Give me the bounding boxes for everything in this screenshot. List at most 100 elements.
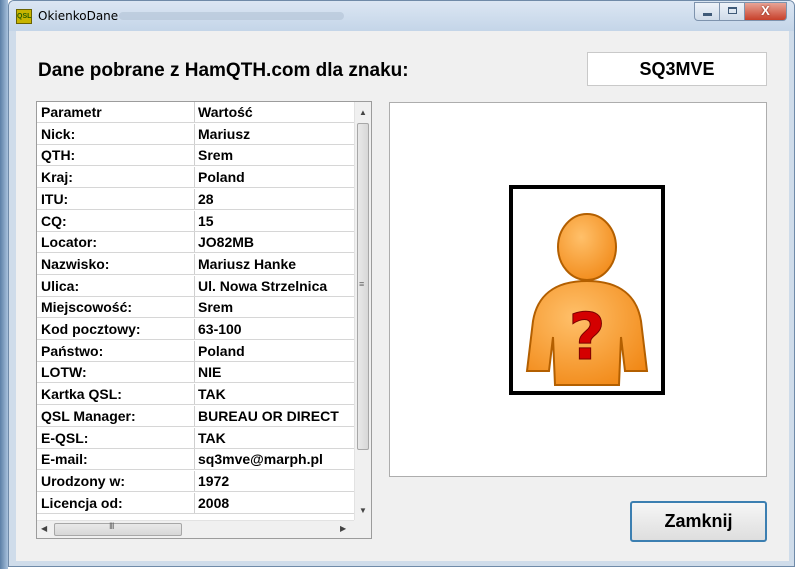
minimize-icon xyxy=(703,13,712,16)
scroll-right-icon[interactable]: ▶ xyxy=(340,524,346,533)
unknown-person-icon: ? xyxy=(525,213,649,386)
row-parameter: QSL Manager: xyxy=(41,407,136,424)
column-header-value: Wartość xyxy=(198,104,253,120)
table-row[interactable]: E-QSL: TAK xyxy=(37,427,354,449)
table-row[interactable]: E-mail: sq3mve@marph.pl xyxy=(37,449,354,471)
row-value: Ul. Nowa Strzelnica xyxy=(198,277,328,294)
column-divider xyxy=(194,449,195,471)
grip-icon: III xyxy=(109,521,114,531)
row-value: Poland xyxy=(198,342,245,359)
column-divider xyxy=(194,210,195,232)
table-row[interactable]: CQ: 15 xyxy=(37,210,354,232)
vertical-scrollbar[interactable]: ▲ ≡ ▼ xyxy=(354,102,371,520)
column-divider xyxy=(194,470,195,492)
table-row[interactable]: Urodzony w: 1972 xyxy=(37,470,354,492)
scroll-up-icon[interactable]: ▲ xyxy=(359,108,367,117)
column-divider xyxy=(194,167,195,189)
row-parameter: Nazwisko: xyxy=(41,255,110,272)
app-icon: QSL xyxy=(16,9,32,24)
maximize-icon xyxy=(728,7,737,14)
table-row[interactable]: Nick: Mariusz xyxy=(37,123,354,145)
column-divider xyxy=(194,102,195,123)
row-parameter: Państwo: xyxy=(41,342,104,359)
row-parameter: Ulica: xyxy=(41,277,80,294)
dialog-window: QSL OkienkoDane X Dane pobrane z HamQTH.… xyxy=(8,0,795,567)
row-value: TAK xyxy=(198,429,226,446)
column-divider xyxy=(194,362,195,384)
row-value: Srem xyxy=(198,299,234,316)
column-divider xyxy=(194,297,195,319)
title-bar[interactable]: QSL OkienkoDane X xyxy=(9,1,794,31)
table-row[interactable]: QTH: Srem xyxy=(37,145,354,167)
window-title: OkienkoDane xyxy=(38,9,119,23)
data-grid[interactable]: Parametr Wartość Nick: Mariusz QTH: Srem Kraj:… xyxy=(36,101,372,539)
row-value: 15 xyxy=(198,212,214,229)
row-parameter: Kraj: xyxy=(41,169,73,186)
row-parameter: Urodzony w: xyxy=(41,472,125,489)
minimize-button[interactable] xyxy=(694,2,720,21)
row-divider xyxy=(37,512,354,514)
row-parameter: LOTW: xyxy=(41,364,87,381)
table-row[interactable]: ITU: 28 xyxy=(37,188,354,210)
row-value: Poland xyxy=(198,169,245,186)
row-parameter: Kartka QSL: xyxy=(41,386,122,403)
row-value: Mariusz xyxy=(198,125,251,142)
title-blurred-text xyxy=(119,12,344,20)
row-value: NIE xyxy=(198,364,222,381)
scroll-left-icon[interactable]: ◀ xyxy=(41,524,47,533)
column-header-parameter: Parametr xyxy=(41,104,102,120)
table-row[interactable]: LOTW: NIE xyxy=(37,362,354,384)
row-parameter: Nick: xyxy=(41,125,76,142)
horizontal-scrollbar[interactable]: ◀ III ▶ xyxy=(37,520,354,538)
column-divider xyxy=(194,275,195,297)
row-value: Mariusz Hanke xyxy=(198,255,297,272)
horizontal-scroll-thumb[interactable]: III xyxy=(54,521,182,536)
table-row[interactable]: Locator: JO82MB xyxy=(37,232,354,254)
row-value: BUREAU OR DIRECT xyxy=(198,407,339,424)
column-divider xyxy=(194,384,195,406)
row-value: 63-100 xyxy=(198,321,242,337)
row-parameter: E-QSL: xyxy=(41,429,89,446)
column-divider xyxy=(194,319,195,340)
row-parameter: Miejscowość: xyxy=(41,299,133,316)
table-row[interactable]: Państwo: Poland xyxy=(37,340,354,362)
row-parameter: CQ: xyxy=(41,212,67,229)
table-row[interactable]: Licencja od: 2008 xyxy=(37,492,354,514)
table-header-row[interactable]: Parametr Wartość xyxy=(37,102,354,123)
desktop-edge xyxy=(0,0,8,569)
row-parameter: ITU: xyxy=(41,190,69,207)
column-divider xyxy=(194,340,195,362)
row-value: JO82MB xyxy=(198,234,255,251)
column-divider xyxy=(194,405,195,427)
vertical-scroll-thumb[interactable]: ≡ xyxy=(357,123,369,450)
scrollbar-corner xyxy=(354,520,371,538)
row-value: 1972 xyxy=(198,472,230,489)
column-divider xyxy=(194,232,195,254)
page-title: Dane pobrane z HamQTH.com dla znaku: xyxy=(38,60,409,81)
row-parameter: Kod pocztowy: xyxy=(41,321,141,337)
table-row[interactable]: QSL Manager: BUREAU OR DIRECT xyxy=(37,405,354,427)
close-window-button[interactable]: X xyxy=(745,2,787,21)
table-row[interactable]: Kod pocztowy: 63-100 xyxy=(37,319,354,340)
table-row[interactable]: Kraj: Poland xyxy=(37,167,354,189)
row-parameter: QTH: xyxy=(41,147,76,164)
row-parameter: E-mail: xyxy=(41,451,88,468)
table-row[interactable]: Nazwisko: Mariusz Hanke xyxy=(37,253,354,275)
row-value: 2008 xyxy=(198,494,230,511)
row-parameter: Locator: xyxy=(41,234,97,251)
row-value: sq3mve@marph.pl xyxy=(198,451,323,468)
column-divider xyxy=(194,427,195,449)
table-row[interactable]: Miejscowość: Srem xyxy=(37,297,354,319)
maximize-button[interactable] xyxy=(720,2,745,21)
column-divider xyxy=(194,188,195,210)
table-row[interactable]: Kartka QSL: TAK xyxy=(37,384,354,406)
row-parameter: Licencja od: xyxy=(41,494,123,511)
column-divider xyxy=(194,123,195,145)
scroll-down-icon[interactable]: ▼ xyxy=(359,506,367,515)
close-icon: X xyxy=(761,3,770,18)
row-value: TAK xyxy=(198,386,226,403)
table-row[interactable]: Ulica: Ul. Nowa Strzelnica xyxy=(37,275,354,297)
callsign-field[interactable]: SQ3MVE xyxy=(587,52,767,86)
grip-icon: ≡ xyxy=(359,279,365,289)
close-button[interactable]: Zamknij xyxy=(630,501,767,542)
